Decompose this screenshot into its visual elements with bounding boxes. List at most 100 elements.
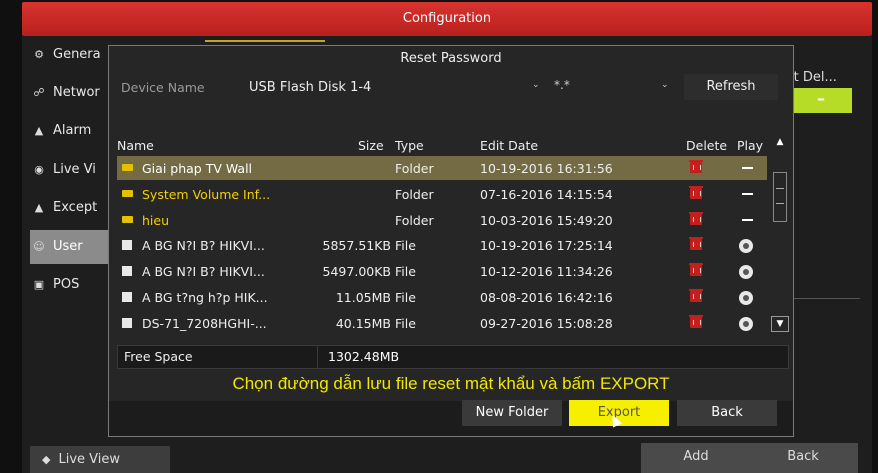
free-space-value: 1302.48MB bbox=[328, 349, 400, 364]
background-back-button[interactable]: Back bbox=[748, 443, 858, 473]
sidebar-item-genera[interactable]: ⚙ Genera bbox=[30, 40, 110, 70]
file-size: 11.05MB bbox=[335, 290, 391, 305]
reset-password-dialog: Reset Password Device Name USB Flash Dis… bbox=[108, 45, 794, 437]
file-filter-value: *.* bbox=[554, 78, 570, 92]
instruction-caption: Chọn đường dẫn lưu file reset mật khẩu v… bbox=[232, 374, 670, 393]
file-type: File bbox=[395, 264, 416, 280]
file-name: System Volume Inf... bbox=[142, 186, 271, 202]
file-edit-date: 10-12-2016 11:34:26 bbox=[480, 264, 613, 280]
file-row[interactable]: DS-71_7208HGHI-... 40.15MB File 09-27-2016 … bbox=[117, 311, 767, 335]
folder-icon bbox=[122, 189, 133, 197]
play-icon[interactable] bbox=[739, 316, 753, 331]
sidebar-item-alarm[interactable]: ▲ Alarm bbox=[30, 116, 110, 146]
delete-icon[interactable] bbox=[689, 263, 703, 277]
folder-row[interactable]: hieu Folder 10-03-2016 15:49:20 bbox=[117, 208, 767, 232]
file-list-header: Name Size Type Edit Date Delete Play bbox=[117, 134, 771, 156]
column-size: Size bbox=[358, 138, 384, 153]
play-icon[interactable] bbox=[739, 291, 753, 305]
file-filter-dropdown[interactable]: ⌄ *.* ⌄ bbox=[529, 76, 669, 100]
sidebar-item-networ[interactable]: ☍ Networ bbox=[30, 78, 110, 108]
delete-icon[interactable] bbox=[689, 185, 703, 199]
sidebar-item-user[interactable]: ☺ User bbox=[30, 230, 110, 264]
device-name-value[interactable]: USB Flash Disk 1-4 bbox=[249, 80, 371, 95]
liveview-button[interactable]: ◆ Live View bbox=[30, 446, 170, 473]
file-type: File bbox=[395, 315, 416, 331]
file-type: File bbox=[395, 238, 416, 254]
column-type: Type bbox=[395, 138, 424, 153]
column-edit-date: Edit Date bbox=[480, 138, 539, 153]
sidebar-item-label: Except bbox=[53, 200, 98, 215]
sidebar-item-label: Networ bbox=[53, 85, 100, 100]
sidebar-item-live-vi[interactable]: ◉ Live Vi bbox=[30, 155, 110, 185]
sidebar-item-label: Alarm bbox=[53, 123, 92, 138]
file-name: A BG t?ng h?p HIK... bbox=[142, 290, 268, 305]
checkbox[interactable] bbox=[122, 266, 132, 277]
scrollbar[interactable]: ▲ ▼ bbox=[771, 134, 789, 334]
file-size: 5857.51KB bbox=[322, 238, 391, 254]
sidebar-item-pos[interactable]: ▣ POS bbox=[30, 270, 110, 300]
alarm-icon: ▲ bbox=[34, 124, 44, 137]
delete-icon[interactable] bbox=[689, 289, 703, 302]
checkbox[interactable] bbox=[122, 240, 132, 251]
file-list: Name Size Type Edit Date Delete Play Gia… bbox=[117, 134, 789, 334]
play-icon[interactable] bbox=[739, 239, 753, 254]
checkbox[interactable] bbox=[122, 317, 132, 328]
delete-icon[interactable] bbox=[689, 211, 703, 225]
delete-icon[interactable] bbox=[689, 237, 703, 251]
pos-icon: ▣ bbox=[33, 278, 45, 291]
sidebar-item-label: POS bbox=[53, 277, 80, 292]
column-name: Name bbox=[117, 138, 154, 153]
file-name: DS-71_7208HGHI-... bbox=[142, 315, 267, 331]
delete-icon[interactable] bbox=[689, 160, 703, 173]
scroll-down-icon[interactable]: ▼ bbox=[771, 316, 789, 332]
gear-icon: ⚙ bbox=[34, 48, 44, 61]
column-play: Play bbox=[737, 138, 764, 153]
background-divider bbox=[790, 298, 860, 299]
folder-icon bbox=[122, 215, 133, 223]
add-button[interactable]: Add bbox=[641, 443, 751, 473]
scroll-thumb[interactable] bbox=[773, 172, 787, 222]
file-edit-date: 09-27-2016 15:08:28 bbox=[480, 315, 613, 331]
free-space-box: Free Space 1302.48MB bbox=[117, 345, 789, 369]
sidebar-item-label: User bbox=[53, 239, 83, 254]
folder-row[interactable]: System Volume Inf... Folder 07-16-2016 14:… bbox=[117, 182, 767, 206]
sidebar-item-except[interactable]: ▲ Except bbox=[30, 193, 110, 223]
refresh-button[interactable]: Refresh bbox=[684, 74, 778, 100]
file-row[interactable]: A BG N?I B? HIKVI... 5497.00KB File 10-12-2… bbox=[117, 259, 767, 283]
play-disabled-icon bbox=[742, 167, 753, 169]
window-title: Configuration bbox=[22, 2, 872, 36]
user-icon: ☺ bbox=[33, 240, 45, 253]
file-size: 5497.00KB bbox=[322, 264, 391, 280]
network-icon: ☍ bbox=[33, 86, 45, 99]
chevron-down-icon: ⌄ bbox=[532, 80, 540, 90]
file-edit-date: 10-19-2016 17:25:14 bbox=[480, 238, 613, 254]
file-name: A BG N?I B? HIKVI... bbox=[142, 238, 265, 254]
background-table-header: it Del... bbox=[790, 70, 837, 85]
checkbox[interactable] bbox=[122, 292, 132, 302]
file-edit-date: 07-16-2016 14:15:54 bbox=[480, 186, 613, 202]
delete-icon[interactable] bbox=[689, 314, 703, 328]
file-type: Folder bbox=[395, 186, 434, 202]
folder-icon bbox=[122, 164, 133, 171]
file-edit-date: 10-19-2016 16:31:56 bbox=[480, 161, 613, 176]
file-type: Folder bbox=[395, 212, 434, 228]
screen: Configuration ⚙ Genera ☍ Networ ▲ Alarm ◉ Live … bbox=[0, 0, 878, 473]
play-icon[interactable] bbox=[739, 265, 753, 280]
home-icon: ◆ bbox=[42, 453, 51, 466]
file-row[interactable]: A BG t?ng h?p HIK... 11.05MB File 08-08-201… bbox=[117, 285, 767, 309]
file-row[interactable]: A BG N?I B? HIKVI... 5857.51KB File 10-19-2… bbox=[117, 233, 767, 257]
file-name: Giai phap TV Wall bbox=[142, 161, 253, 176]
background-status-cell: – bbox=[790, 88, 852, 113]
scroll-up-icon[interactable]: ▲ bbox=[771, 134, 789, 150]
liveview-label: Live View bbox=[58, 452, 120, 467]
folder-row[interactable]: Giai phap TV Wall Folder 10-19-2016 16:31:… bbox=[117, 156, 767, 180]
file-size: 40.15MB bbox=[335, 315, 391, 331]
file-type: Folder bbox=[395, 161, 434, 176]
file-name: A BG N?I B? HIKVI... bbox=[142, 264, 265, 280]
column-delete: Delete bbox=[686, 138, 728, 153]
back-button[interactable]: Back bbox=[677, 400, 777, 426]
device-name-label: Device Name bbox=[121, 80, 205, 95]
file-edit-date: 08-08-2016 16:42:16 bbox=[480, 290, 613, 305]
dialog-title: Reset Password bbox=[400, 51, 502, 66]
new-folder-button[interactable]: New Folder bbox=[462, 400, 562, 426]
